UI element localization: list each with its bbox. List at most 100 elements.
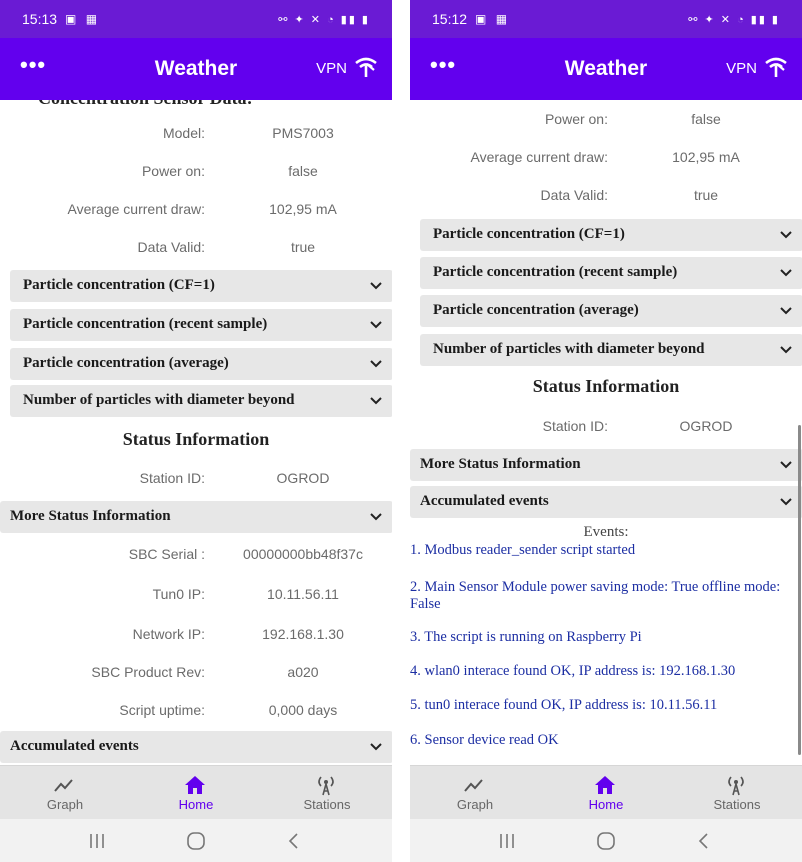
nav-label: Graph <box>456 797 494 812</box>
kv-key: Power on: <box>141 163 205 179</box>
wifi-signal-icon[interactable] <box>764 56 788 78</box>
kv-key: Script uptime: <box>119 702 205 718</box>
more-menu-icon[interactable]: ••• <box>430 52 456 78</box>
vpn-button[interactable]: VPN <box>726 60 757 77</box>
kv-value: OGROD <box>679 418 733 434</box>
accordion-label: Accumulated events <box>10 738 139 754</box>
main-content[interactable]: Concentration Sensor Data: Model: PMS700… <box>0 100 392 765</box>
nav-stations[interactable]: Stations <box>262 766 392 820</box>
accordion-label: Number of particles with diameter beyond <box>433 341 705 357</box>
antenna-icon <box>318 776 334 796</box>
kv-value: false <box>691 111 721 127</box>
recents-icon[interactable] <box>77 829 117 853</box>
accordion-recent-sample[interactable]: Particle concentration (recent sample) <box>420 257 802 289</box>
recents-icon[interactable] <box>487 829 527 853</box>
system-navigation-bar <box>0 819 392 862</box>
accordion-average[interactable]: Particle concentration (average) <box>420 295 802 327</box>
more-menu-icon[interactable]: ••• <box>20 52 46 78</box>
accordion-average[interactable]: Particle concentration (average) <box>10 348 392 380</box>
event-item: 4. wlan0 interace found OK, IP address i… <box>410 663 736 679</box>
antenna-icon <box>728 776 744 796</box>
nav-label: Home <box>588 797 624 812</box>
kv-row-uptime: Script uptime: 0,000 days <box>0 702 392 726</box>
kv-value: 00000000bb48f37c <box>243 546 363 562</box>
kv-row-current: Average current draw: 102,95 mA <box>410 149 802 173</box>
nav-stations[interactable]: Stations <box>672 766 802 820</box>
kv-key: Power on: <box>544 111 608 127</box>
status-bar: 15:12 ▣ ▦ ⚯ ✦ ✕ ◔ ▮▮ ▮ <box>410 0 802 38</box>
kv-row-model: Model: PMS7003 <box>0 125 392 149</box>
home-circle-icon[interactable] <box>176 829 216 853</box>
home-circle-icon[interactable] <box>586 829 626 853</box>
kv-row-valid: Data Valid: true <box>0 239 392 263</box>
kv-value: a020 <box>287 664 319 680</box>
kv-row-station: Station ID: OGROD <box>410 418 802 442</box>
kv-row-power: Power on: false <box>410 111 802 135</box>
nav-graph[interactable]: Graph <box>410 766 540 820</box>
back-icon[interactable] <box>684 829 724 853</box>
event-item: 5. tun0 interace found OK, IP address is… <box>410 697 718 713</box>
phone-screen-left: 15:13 ▣ ▦ ⚯ ✦ ✕ ◔ ▮▮ ▮ ••• Weather VPN C… <box>0 0 392 862</box>
event-item: 2. Main Sensor Module power saving mode:… <box>410 579 781 612</box>
accordion-cf1[interactable]: Particle concentration (CF=1) <box>420 219 802 251</box>
bottom-navigation: Graph Home Stations <box>0 765 392 819</box>
nav-graph[interactable]: Graph <box>0 766 130 820</box>
kv-value: 10.11.56.11 <box>267 586 339 602</box>
accordion-label: Accumulated events <box>420 493 549 509</box>
accordion-particles-diameter[interactable]: Number of particles with diameter beyond <box>10 385 392 417</box>
kv-key: Data Valid: <box>540 187 608 203</box>
nav-home[interactable]: Home <box>541 766 671 820</box>
kv-value: false <box>288 163 318 179</box>
phone-screen-right: 15:12 ▣ ▦ ⚯ ✦ ✕ ◔ ▮▮ ▮ ••• Weather VPN P… <box>410 0 802 862</box>
accordion-label: More Status Information <box>10 508 171 524</box>
status-system-icons: ⚯ ✦ ✕ ◔ ▮▮ ▮ <box>278 13 370 26</box>
kv-key: Data Valid: <box>137 239 205 255</box>
status-bar: 15:13 ▣ ▦ ⚯ ✦ ✕ ◔ ▮▮ ▮ <box>0 0 392 38</box>
accordion-accumulated-events[interactable]: Accumulated events <box>0 731 392 763</box>
accordion-more-status[interactable]: More Status Information <box>410 449 802 481</box>
trending-line-icon <box>464 779 483 792</box>
status-info-title: Status Information <box>532 376 680 396</box>
status-info-title: Status Information <box>122 429 270 449</box>
event-item: 3. The script is running on Raspberry Pi <box>410 629 642 645</box>
wifi-signal-icon[interactable] <box>354 56 378 78</box>
accordion-label: More Status Information <box>420 456 581 472</box>
kv-row-valid: Data Valid: true <box>410 187 802 211</box>
kv-key: Average current draw: <box>67 201 205 217</box>
main-content[interactable]: Power on: false Average current draw: 10… <box>410 100 802 765</box>
accordion-label: Particle concentration (recent sample) <box>23 316 268 332</box>
chevron-down-icon <box>780 231 792 239</box>
nav-label: Stations <box>713 797 761 812</box>
scrollbar[interactable] <box>798 425 801 755</box>
vpn-button[interactable]: VPN <box>316 60 347 77</box>
chevron-down-icon <box>370 397 382 405</box>
accordion-recent-sample[interactable]: Particle concentration (recent sample) <box>10 309 392 341</box>
kv-key: Station ID: <box>542 418 608 434</box>
accordion-cf1[interactable]: Particle concentration (CF=1) <box>10 270 392 302</box>
kv-row-product-rev: SBC Product Rev: a020 <box>0 664 392 688</box>
accordion-label: Particle concentration (average) <box>433 302 639 318</box>
status-time: 15:12 <box>432 11 468 27</box>
accordion-more-status[interactable]: More Status Information <box>0 501 392 533</box>
home-icon <box>185 776 205 794</box>
kv-key: Tun0 IP: <box>152 586 205 602</box>
chevron-down-icon <box>780 269 792 277</box>
kv-key: Station ID: <box>139 470 205 486</box>
kv-row-sbc-serial: SBC Serial : 00000000bb48f37c <box>0 546 392 570</box>
chevron-down-icon <box>370 743 382 751</box>
status-notification-icons: ▣ ▦ <box>475 12 511 26</box>
chevron-down-icon <box>780 498 792 506</box>
accordion-accumulated-events[interactable]: Accumulated events <box>410 486 802 518</box>
accordion-particles-diameter[interactable]: Number of particles with diameter beyond <box>420 334 802 366</box>
accordion-label: Number of particles with diameter beyond <box>23 392 295 408</box>
back-icon[interactable] <box>274 829 314 853</box>
status-time: 15:13 <box>22 11 58 27</box>
nav-home[interactable]: Home <box>131 766 261 820</box>
app-bar: ••• Weather VPN <box>410 38 802 100</box>
nav-label: Home <box>178 797 214 812</box>
accordion-label: Particle concentration (average) <box>23 355 229 371</box>
home-icon <box>595 776 615 794</box>
kv-value: 192.168.1.30 <box>262 626 344 642</box>
kv-value: true <box>290 239 316 255</box>
events-title: Events: <box>583 524 629 540</box>
